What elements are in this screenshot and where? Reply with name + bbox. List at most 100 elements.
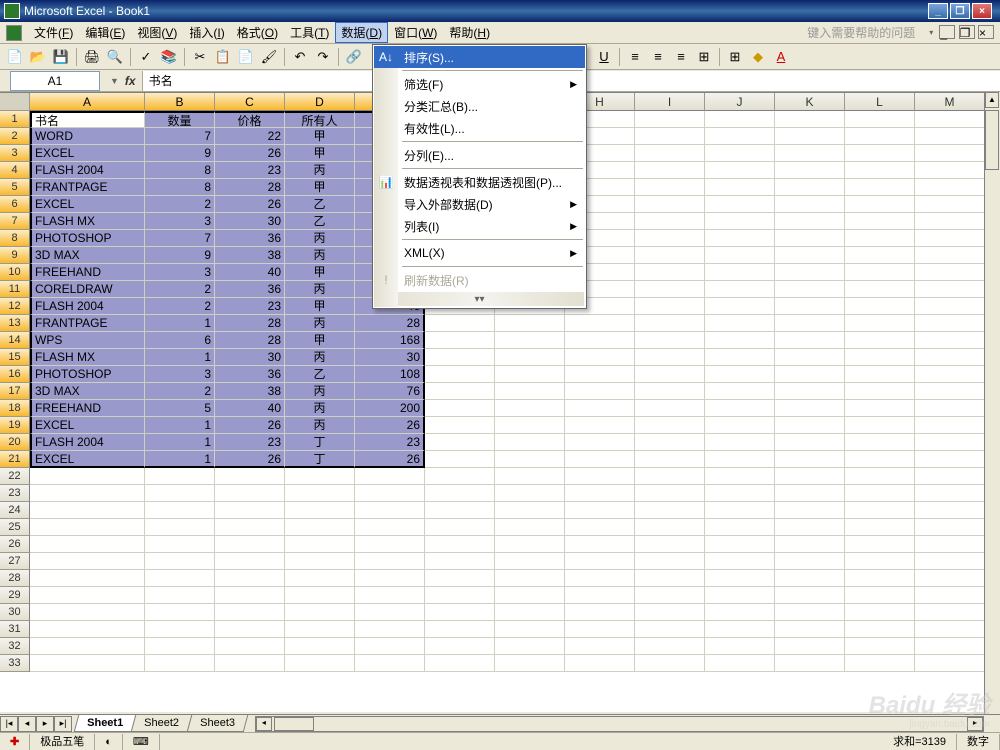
cell-L5[interactable] (845, 179, 915, 196)
cell-J4[interactable] (705, 162, 775, 179)
cell-G23[interactable] (495, 485, 565, 502)
cell-I14[interactable] (635, 332, 705, 349)
cell-K8[interactable] (775, 230, 845, 247)
cell-C7[interactable]: 30 (215, 213, 285, 230)
cell-I22[interactable] (635, 468, 705, 485)
cell-M15[interactable] (915, 349, 985, 366)
cell-D9[interactable]: 丙 (285, 247, 355, 264)
row-head-9[interactable]: 9 (0, 247, 30, 264)
redo-button[interactable]: ↷ (312, 46, 334, 68)
cell-H33[interactable] (565, 655, 635, 672)
cell-E24[interactable] (355, 502, 425, 519)
expand-menu-button[interactable]: ▾▾ (375, 292, 584, 306)
cell-K24[interactable] (775, 502, 845, 519)
cell-J2[interactable] (705, 128, 775, 145)
row-head-8[interactable]: 8 (0, 230, 30, 247)
cell-C1[interactable]: 价格 (215, 111, 285, 128)
cell-D20[interactable]: 丁 (285, 434, 355, 451)
cell-K3[interactable] (775, 145, 845, 162)
cell-C20[interactable]: 23 (215, 434, 285, 451)
cell-I4[interactable] (635, 162, 705, 179)
mdi-restore-button[interactable]: ❐ (959, 25, 975, 39)
cell-K15[interactable] (775, 349, 845, 366)
font-color-button[interactable]: A (770, 46, 792, 68)
cell-G26[interactable] (495, 536, 565, 553)
cell-B30[interactable] (145, 604, 215, 621)
menu-item[interactable]: 分类汇总(B)... (374, 95, 585, 117)
cell-K5[interactable] (775, 179, 845, 196)
cell-A3[interactable]: EXCEL (30, 145, 145, 162)
cell-M30[interactable] (915, 604, 985, 621)
cell-I23[interactable] (635, 485, 705, 502)
cell-K21[interactable] (775, 451, 845, 468)
cell-F18[interactable] (425, 400, 495, 417)
cell-K16[interactable] (775, 366, 845, 383)
cell-L20[interactable] (845, 434, 915, 451)
cell-B10[interactable]: 3 (145, 264, 215, 281)
cell-I26[interactable] (635, 536, 705, 553)
row-head-27[interactable]: 27 (0, 553, 30, 570)
cell-K7[interactable] (775, 213, 845, 230)
cell-J29[interactable] (705, 587, 775, 604)
cell-M10[interactable] (915, 264, 985, 281)
scroll-left-button[interactable]: ◂ (256, 717, 272, 731)
col-head-M[interactable]: M (915, 93, 985, 111)
cell-I8[interactable] (635, 230, 705, 247)
fill-color-button[interactable]: ◆ (747, 46, 769, 68)
cell-E28[interactable] (355, 570, 425, 587)
menu-item[interactable]: 有效性(L)... (374, 117, 585, 139)
cell-B8[interactable]: 7 (145, 230, 215, 247)
cell-A27[interactable] (30, 553, 145, 570)
cell-M29[interactable] (915, 587, 985, 604)
cell-F16[interactable] (425, 366, 495, 383)
cell-E33[interactable] (355, 655, 425, 672)
cell-I13[interactable] (635, 315, 705, 332)
cell-K31[interactable] (775, 621, 845, 638)
row-head-31[interactable]: 31 (0, 621, 30, 638)
cell-K12[interactable] (775, 298, 845, 315)
cell-M8[interactable] (915, 230, 985, 247)
cell-G17[interactable] (495, 383, 565, 400)
row-head-11[interactable]: 11 (0, 281, 30, 298)
cell-C29[interactable] (215, 587, 285, 604)
cell-I11[interactable] (635, 281, 705, 298)
col-head-K[interactable]: K (775, 93, 845, 111)
cell-D27[interactable] (285, 553, 355, 570)
cell-I6[interactable] (635, 196, 705, 213)
cell-C23[interactable] (215, 485, 285, 502)
cell-A22[interactable] (30, 468, 145, 485)
cell-C15[interactable]: 30 (215, 349, 285, 366)
menu-item[interactable]: 导入外部数据(D)▶ (374, 193, 585, 215)
vertical-scrollbar[interactable]: ▲ (984, 92, 1000, 714)
cell-J11[interactable] (705, 281, 775, 298)
cell-B9[interactable]: 9 (145, 247, 215, 264)
row-head-19[interactable]: 19 (0, 417, 30, 434)
cell-I9[interactable] (635, 247, 705, 264)
col-head-D[interactable]: D (285, 93, 355, 111)
row-head-29[interactable]: 29 (0, 587, 30, 604)
row-head-10[interactable]: 10 (0, 264, 30, 281)
cell-L1[interactable] (845, 111, 915, 128)
cell-H30[interactable] (565, 604, 635, 621)
hyperlink-button[interactable]: 🔗 (343, 46, 365, 68)
cell-B4[interactable]: 8 (145, 162, 215, 179)
cell-M12[interactable] (915, 298, 985, 315)
cell-L17[interactable] (845, 383, 915, 400)
new-button[interactable]: 📄 (4, 46, 26, 68)
cell-A9[interactable]: 3D MAX (30, 247, 145, 264)
cell-J7[interactable] (705, 213, 775, 230)
cell-K27[interactable] (775, 553, 845, 570)
cell-C19[interactable]: 26 (215, 417, 285, 434)
cell-I16[interactable] (635, 366, 705, 383)
cell-M1[interactable] (915, 111, 985, 128)
cell-E20[interactable]: 23 (355, 434, 425, 451)
cell-J18[interactable] (705, 400, 775, 417)
cell-D1[interactable]: 所有人 (285, 111, 355, 128)
cell-D12[interactable]: 甲 (285, 298, 355, 315)
col-head-L[interactable]: L (845, 93, 915, 111)
cell-G33[interactable] (495, 655, 565, 672)
cell-I20[interactable] (635, 434, 705, 451)
cell-C27[interactable] (215, 553, 285, 570)
cell-H32[interactable] (565, 638, 635, 655)
cell-A11[interactable]: CORELDRAW (30, 281, 145, 298)
